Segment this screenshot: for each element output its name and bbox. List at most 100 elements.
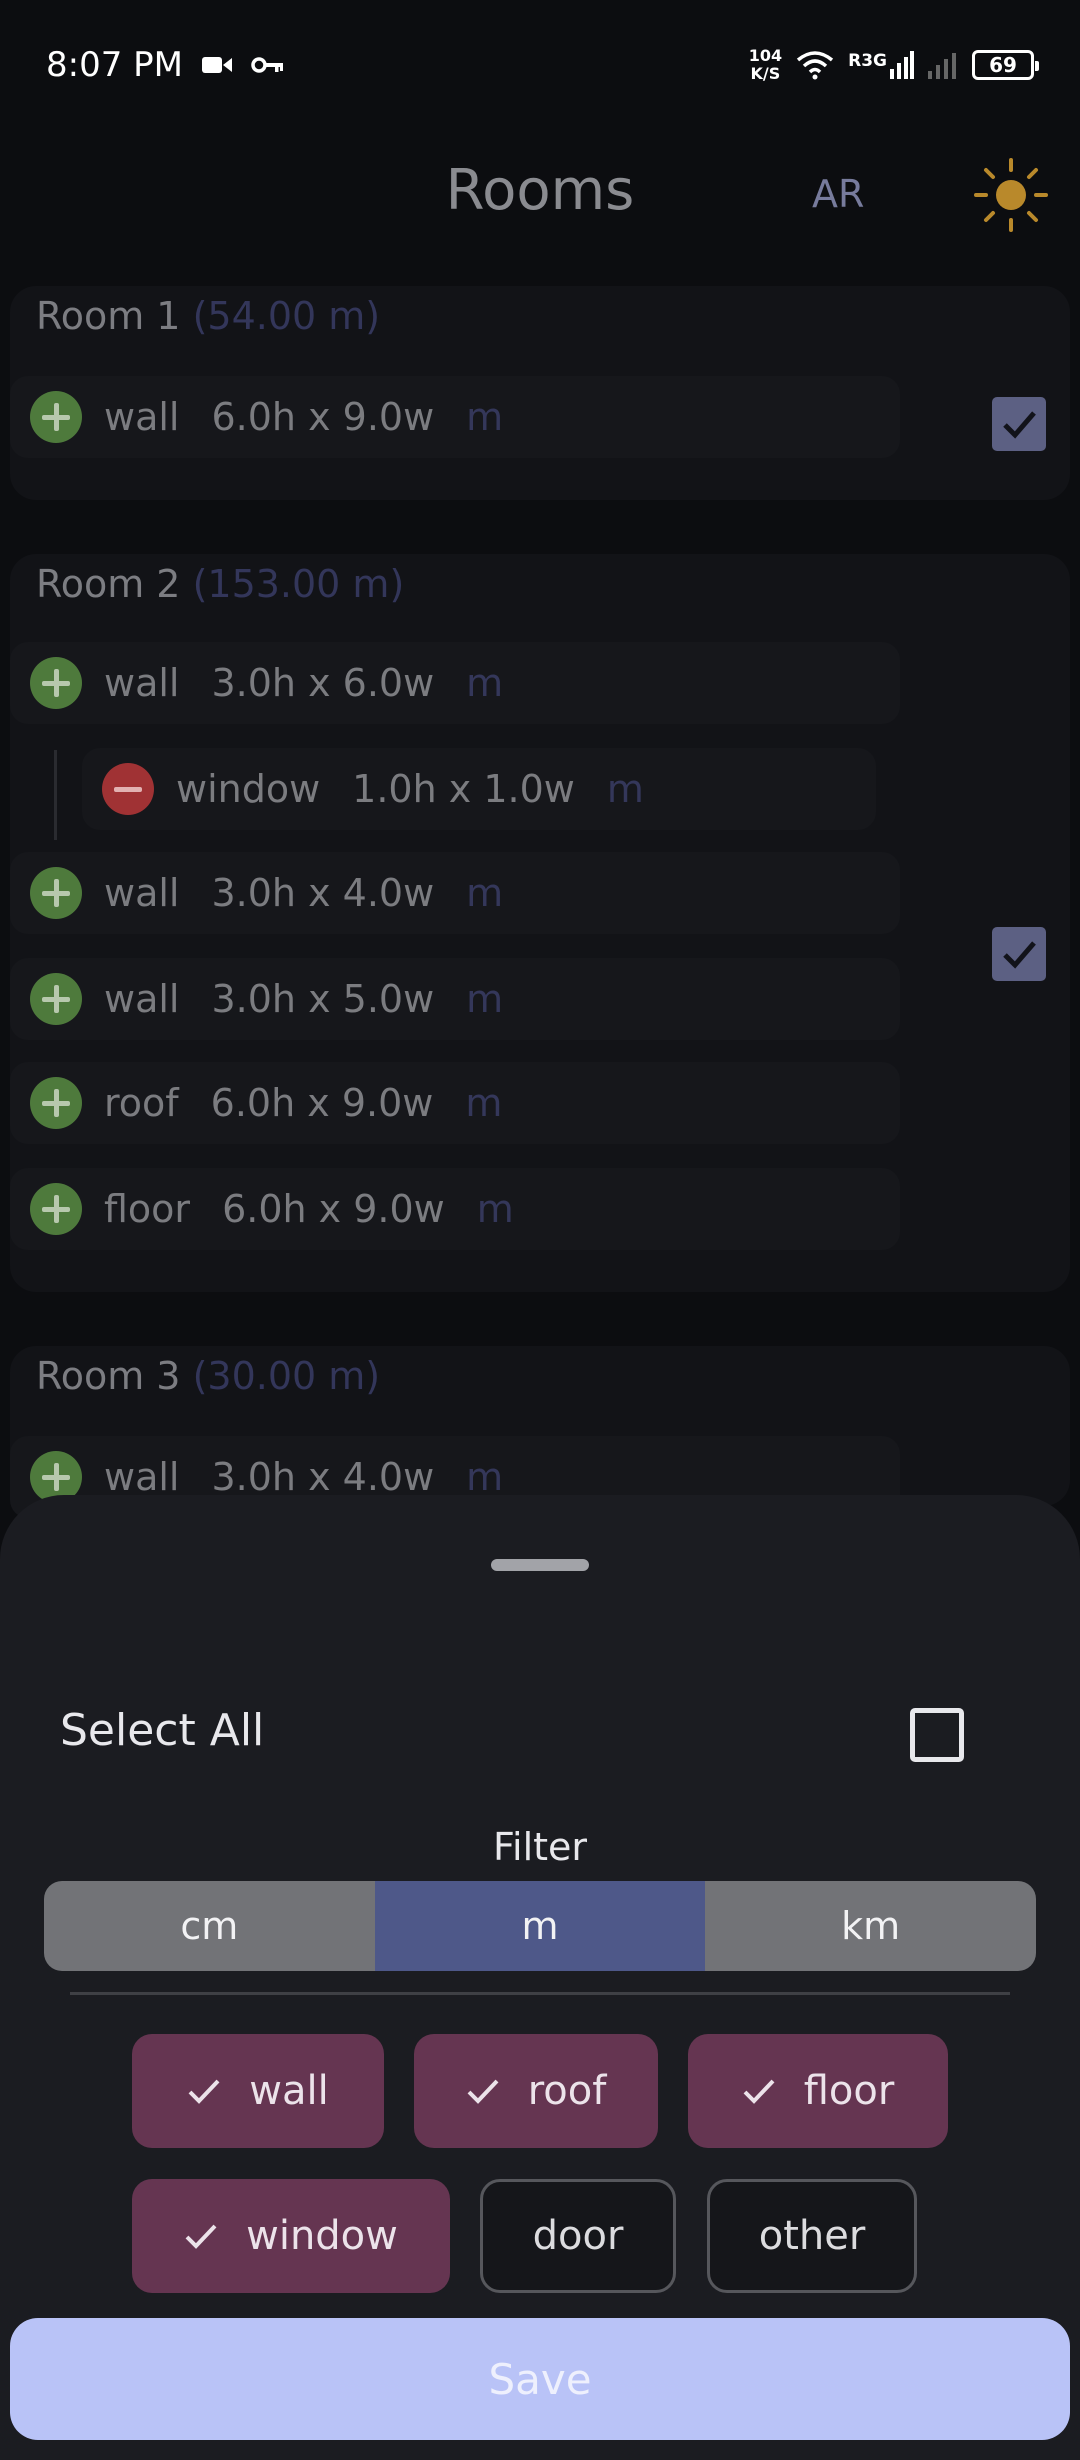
status-bar: 8:07 PM 104 K/S R3G 69	[0, 0, 1080, 130]
room-area: (54.00 m)	[192, 294, 381, 338]
room-title: Room 3 (30.00 m)	[36, 1354, 380, 1398]
add-icon[interactable]	[30, 391, 82, 443]
item-unit: m	[466, 661, 504, 705]
list-item[interactable]: wall 3.0h x 4.0w m	[10, 852, 900, 934]
signal-weak-icon	[928, 53, 956, 79]
remove-icon[interactable]	[102, 763, 154, 815]
filter-chip-roof[interactable]: roof	[414, 2034, 658, 2148]
item-unit: m	[466, 1455, 504, 1499]
item-dimensions: 3.0h x 5.0w	[211, 977, 435, 1021]
add-icon[interactable]	[30, 1077, 82, 1129]
room-name: Room 2	[36, 562, 181, 606]
add-icon[interactable]	[30, 657, 82, 709]
network-speed-unit: K/S	[750, 64, 781, 83]
network-speed-value: 104	[748, 46, 783, 65]
sun-icon	[974, 158, 1048, 232]
list-item[interactable]: wall 6.0h x 9.0w m	[10, 376, 900, 458]
item-type: wall	[104, 661, 180, 705]
check-icon	[743, 2079, 775, 2104]
item-dimensions: 6.0h x 9.0w	[210, 1081, 434, 1125]
item-unit: m	[466, 871, 504, 915]
item-type: window	[176, 767, 321, 811]
select-all-label: Select All	[60, 1705, 265, 1756]
carrier-label: R3G	[848, 51, 887, 71]
unit-option-km[interactable]: km	[705, 1881, 1036, 1971]
add-icon[interactable]	[30, 1183, 82, 1235]
item-type: wall	[104, 395, 180, 439]
room-title: Room 1 (54.00 m)	[36, 294, 380, 338]
item-dimensions: 6.0h x 9.0w	[211, 395, 435, 439]
item-type: wall	[104, 977, 180, 1021]
check-icon	[188, 2079, 220, 2104]
status-time: 8:07 PM	[46, 45, 183, 85]
theme-toggle-button[interactable]	[972, 156, 1050, 234]
network-speed: 104 K/S	[749, 47, 782, 83]
battery-level: 69	[989, 53, 1017, 77]
page-title: Rooms	[445, 158, 635, 223]
room-area: (153.00 m)	[192, 562, 405, 606]
chip-label: roof	[527, 2068, 607, 2114]
list-item[interactable]: wall 3.0h x 6.0w m	[10, 642, 900, 724]
item-unit: m	[466, 977, 504, 1021]
list-item[interactable]: wall 3.0h x 5.0w m	[10, 958, 900, 1040]
room-checkbox[interactable]	[992, 927, 1046, 981]
key-icon	[251, 57, 283, 73]
wifi-icon	[797, 51, 834, 80]
item-unit: m	[606, 767, 644, 811]
unit-option-cm[interactable]: cm	[44, 1881, 375, 1971]
unit-selector: cm m km	[44, 1881, 1036, 1971]
item-unit: m	[465, 1081, 503, 1125]
item-dimensions: 3.0h x 4.0w	[211, 871, 435, 915]
room-name: Room 3	[36, 1354, 181, 1398]
list-item[interactable]: floor 6.0h x 9.0w m	[10, 1168, 900, 1250]
room-card[interactable]: Room 3 (30.00 m) wall 3.0h x 4.0w m	[10, 1346, 1070, 1518]
video-icon	[202, 57, 232, 73]
filter-chip-floor[interactable]: floor	[688, 2034, 948, 2148]
room-checkbox[interactable]	[992, 397, 1046, 451]
filter-chip-door[interactable]: door	[480, 2179, 676, 2293]
chip-label: other	[758, 2213, 866, 2259]
list-item[interactable]: window 1.0h x 1.0w m	[82, 748, 876, 830]
room-name: Room 1	[36, 294, 181, 338]
chip-label: floor	[803, 2068, 895, 2114]
child-connector	[54, 750, 57, 840]
chip-label: wall	[249, 2068, 329, 2114]
checkmark-icon	[1003, 411, 1036, 439]
room-area: (30.00 m)	[192, 1354, 381, 1398]
add-icon[interactable]	[30, 867, 82, 919]
room-card[interactable]: Room 2 (153.00 m) wall 3.0h x 6.0w m win…	[10, 554, 1070, 1292]
add-icon[interactable]	[30, 973, 82, 1025]
check-icon	[185, 2224, 217, 2249]
item-type: floor	[104, 1187, 191, 1231]
item-dimensions: 3.0h x 4.0w	[211, 1455, 435, 1499]
select-all-checkbox[interactable]	[910, 1708, 964, 1762]
item-type: roof	[104, 1081, 179, 1125]
list-item[interactable]: roof 6.0h x 9.0w m	[10, 1062, 900, 1144]
room-title: Room 2 (153.00 m)	[36, 562, 404, 606]
battery-icon: 69	[972, 50, 1039, 80]
item-type: wall	[104, 1455, 180, 1499]
item-unit: m	[466, 395, 504, 439]
chip-label: door	[532, 2213, 624, 2259]
item-dimensions: 6.0h x 9.0w	[222, 1187, 445, 1231]
checkmark-icon	[1003, 941, 1036, 969]
item-type: wall	[104, 871, 180, 915]
ar-button[interactable]: AR	[812, 172, 864, 216]
signal-icon	[890, 51, 914, 79]
divider	[70, 1992, 1010, 1995]
unit-option-m[interactable]: m	[374, 1881, 706, 1971]
filter-label: Filter	[492, 1825, 588, 1869]
drag-handle[interactable]	[491, 1559, 589, 1571]
item-unit: m	[476, 1187, 514, 1231]
item-dimensions: 1.0h x 1.0w	[352, 767, 575, 811]
chip-label: window	[246, 2213, 398, 2259]
item-dimensions: 3.0h x 6.0w	[211, 661, 435, 705]
room-card[interactable]: Room 1 (54.00 m) wall 6.0h x 9.0w m	[10, 286, 1070, 500]
app-header: Rooms AR	[0, 130, 1080, 260]
filter-chip-other[interactable]: other	[707, 2179, 917, 2293]
filter-bottom-sheet: Select All Filter cm m km wall roof floo…	[0, 1495, 1080, 2460]
check-icon	[467, 2079, 499, 2104]
save-button[interactable]: Save	[10, 2318, 1070, 2440]
filter-chip-wall[interactable]: wall	[132, 2034, 384, 2148]
filter-chip-window[interactable]: window	[132, 2179, 450, 2293]
